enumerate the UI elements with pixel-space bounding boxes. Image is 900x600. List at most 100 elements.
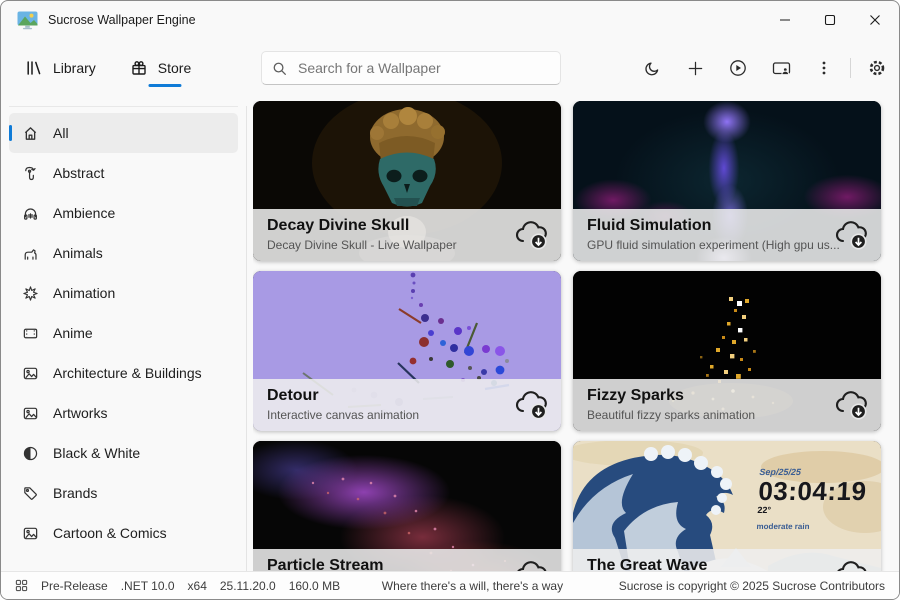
search-icon: [272, 61, 287, 76]
card-title: Decay Divine Skull: [267, 216, 547, 235]
card-subtitle: Beautiful fizzy sparks animation: [587, 408, 867, 422]
category-sidebar: All Abstract: [9, 106, 238, 571]
card-title: Fluid Simulation: [587, 216, 867, 235]
card-subtitle: GPU fluid simulation experiment (High gp…: [587, 238, 867, 252]
settings-gear-button[interactable]: [859, 50, 895, 86]
wallpaper-card-decay-divine-skull[interactable]: Decay Divine Skull Decay Divine Skull - …: [253, 101, 561, 261]
status-app-version: 25.11.20.0: [220, 579, 276, 593]
sidebar-item-label: Abstract: [53, 165, 104, 181]
clock-weather: moderate rain: [756, 522, 865, 531]
status-copyright: Sucrose is copyright © 2025 Sucrose Cont…: [619, 579, 885, 593]
status-bar: Pre-Release .NET 10.0 x64 25.11.20.0 160…: [1, 571, 899, 599]
header: Library Store: [1, 39, 899, 97]
gift-icon: [130, 59, 148, 77]
image-icon: [21, 364, 39, 382]
tab-store[interactable]: Store: [130, 39, 191, 97]
play-circle-button[interactable]: [720, 50, 756, 86]
image-icon: [21, 404, 39, 422]
wallpaper-card-particle-stream[interactable]: Particle Stream: [253, 441, 561, 571]
card-title: The Great Wave: [587, 556, 867, 571]
active-tab-indicator: [148, 84, 181, 87]
cloud-download-icon[interactable]: [832, 219, 870, 251]
status-architecture: x64: [188, 579, 207, 593]
home-icon: [21, 124, 39, 142]
sidebar-item-all[interactable]: All: [9, 113, 238, 153]
sidebar-item-artworks[interactable]: Artworks: [9, 393, 238, 433]
cloud-download-icon[interactable]: [832, 559, 870, 571]
sidebar-item-label: Cartoon & Comics: [53, 525, 167, 541]
sidebar-item-brands[interactable]: Brands: [9, 473, 238, 513]
tag-icon: [21, 484, 39, 502]
sidebar-item-label: Ambience: [53, 205, 115, 221]
add-button[interactable]: [677, 50, 713, 86]
card-title: Detour: [267, 386, 547, 405]
card-title: Fizzy Sparks: [587, 386, 867, 405]
sidebar-item-animals[interactable]: Animals: [9, 233, 238, 273]
sidebar-item-label: Anime: [53, 325, 93, 341]
image-icon: [21, 524, 39, 542]
sidebar-divider: [246, 106, 247, 571]
wallpaper-card-fizzy-sparks[interactable]: Fizzy Sparks Beautiful fizzy sparks anim…: [573, 271, 881, 431]
sidebar-item-label: Animals: [53, 245, 103, 261]
sidebar-item-label: All: [53, 125, 69, 141]
sidebar-item-label: Animation: [53, 285, 115, 301]
filmstrip-icon: [21, 324, 39, 342]
personalization-button[interactable]: [763, 50, 799, 86]
cloud-download-icon[interactable]: [512, 219, 550, 251]
status-memory-usage: 160.0 MB: [289, 579, 340, 593]
card-subtitle: Interactive canvas animation: [267, 408, 547, 422]
close-button[interactable]: [852, 2, 897, 38]
sidebar-item-cartoon[interactable]: Cartoon & Comics: [9, 513, 238, 553]
moon-theme-button[interactable]: [634, 50, 670, 86]
clock-time: 03:04:19: [758, 476, 868, 507]
search-input[interactable]: [296, 59, 550, 77]
swipe-hand-icon: [21, 164, 39, 182]
cloud-download-icon[interactable]: [832, 389, 870, 421]
cloud-download-icon[interactable]: [512, 559, 550, 571]
wallpaper-card-detour[interactable]: Detour Interactive canvas animation: [253, 271, 561, 431]
wallpaper-clock-widget: Sep/25/25 03:04:19 22° moderate rain: [756, 467, 867, 531]
minimize-button[interactable]: [762, 2, 807, 38]
card-info-bar: Fizzy Sparks Beautiful fizzy sparks anim…: [573, 379, 881, 431]
search-box[interactable]: [261, 51, 561, 85]
burst-star-icon: [21, 284, 39, 302]
card-info-bar: Fluid Simulation GPU fluid simulation ex…: [573, 209, 881, 261]
app-window: Sucrose Wallpaper Engine: [0, 0, 900, 600]
header-actions: [634, 50, 900, 86]
contrast-icon: [21, 444, 39, 462]
card-info-bar: The Great Wave: [573, 549, 881, 571]
tab-library[interactable]: Library: [25, 39, 96, 97]
version-grid-icon: [15, 579, 28, 592]
status-dotnet-version: .NET 10.0: [121, 579, 175, 593]
sidebar-item-label: Artworks: [53, 405, 107, 421]
tab-store-label: Store: [158, 60, 191, 76]
card-title: Particle Stream: [267, 556, 547, 571]
cloud-download-icon[interactable]: [512, 389, 550, 421]
sidebar-item-ambience[interactable]: Ambience: [9, 193, 238, 233]
sidebar-item-label: Architecture & Buildings: [53, 365, 202, 381]
status-release-channel: Pre-Release: [41, 579, 108, 593]
sidebar-item-anime[interactable]: Anime: [9, 313, 238, 353]
app-logo-icon: [17, 11, 38, 30]
card-subtitle: Decay Divine Skull - Live Wallpaper: [267, 238, 547, 252]
sidebar-item-architecture[interactable]: Architecture & Buildings: [9, 353, 238, 393]
tab-library-label: Library: [53, 60, 96, 76]
headphones-icon: [21, 204, 39, 222]
sidebar-item-label: Brands: [53, 485, 97, 501]
window-title: Sucrose Wallpaper Engine: [48, 13, 196, 27]
wallpaper-card-fluid-simulation[interactable]: Fluid Simulation GPU fluid simulation ex…: [573, 101, 881, 261]
titlebar: Sucrose Wallpaper Engine: [1, 1, 899, 39]
wallpaper-grid: Decay Divine Skull Decay Divine Skull - …: [253, 101, 899, 571]
card-info-bar: Decay Divine Skull Decay Divine Skull - …: [253, 209, 561, 261]
status-motto: Where there's a will, there's a way: [382, 579, 563, 593]
sidebar-item-animation[interactable]: Animation: [9, 273, 238, 313]
actions-divider: [850, 58, 851, 78]
more-menu-button[interactable]: [806, 50, 842, 86]
sidebar-item-label: Black & White: [53, 445, 140, 461]
maximize-button[interactable]: [807, 2, 852, 38]
sidebar-item-black-white[interactable]: Black & White: [9, 433, 238, 473]
card-info-bar: Particle Stream: [253, 549, 561, 571]
animal-icon: [21, 244, 39, 262]
sidebar-item-abstract[interactable]: Abstract: [9, 153, 238, 193]
wallpaper-card-the-great-wave[interactable]: Sep/25/25 03:04:19 22° moderate rain The…: [573, 441, 881, 571]
